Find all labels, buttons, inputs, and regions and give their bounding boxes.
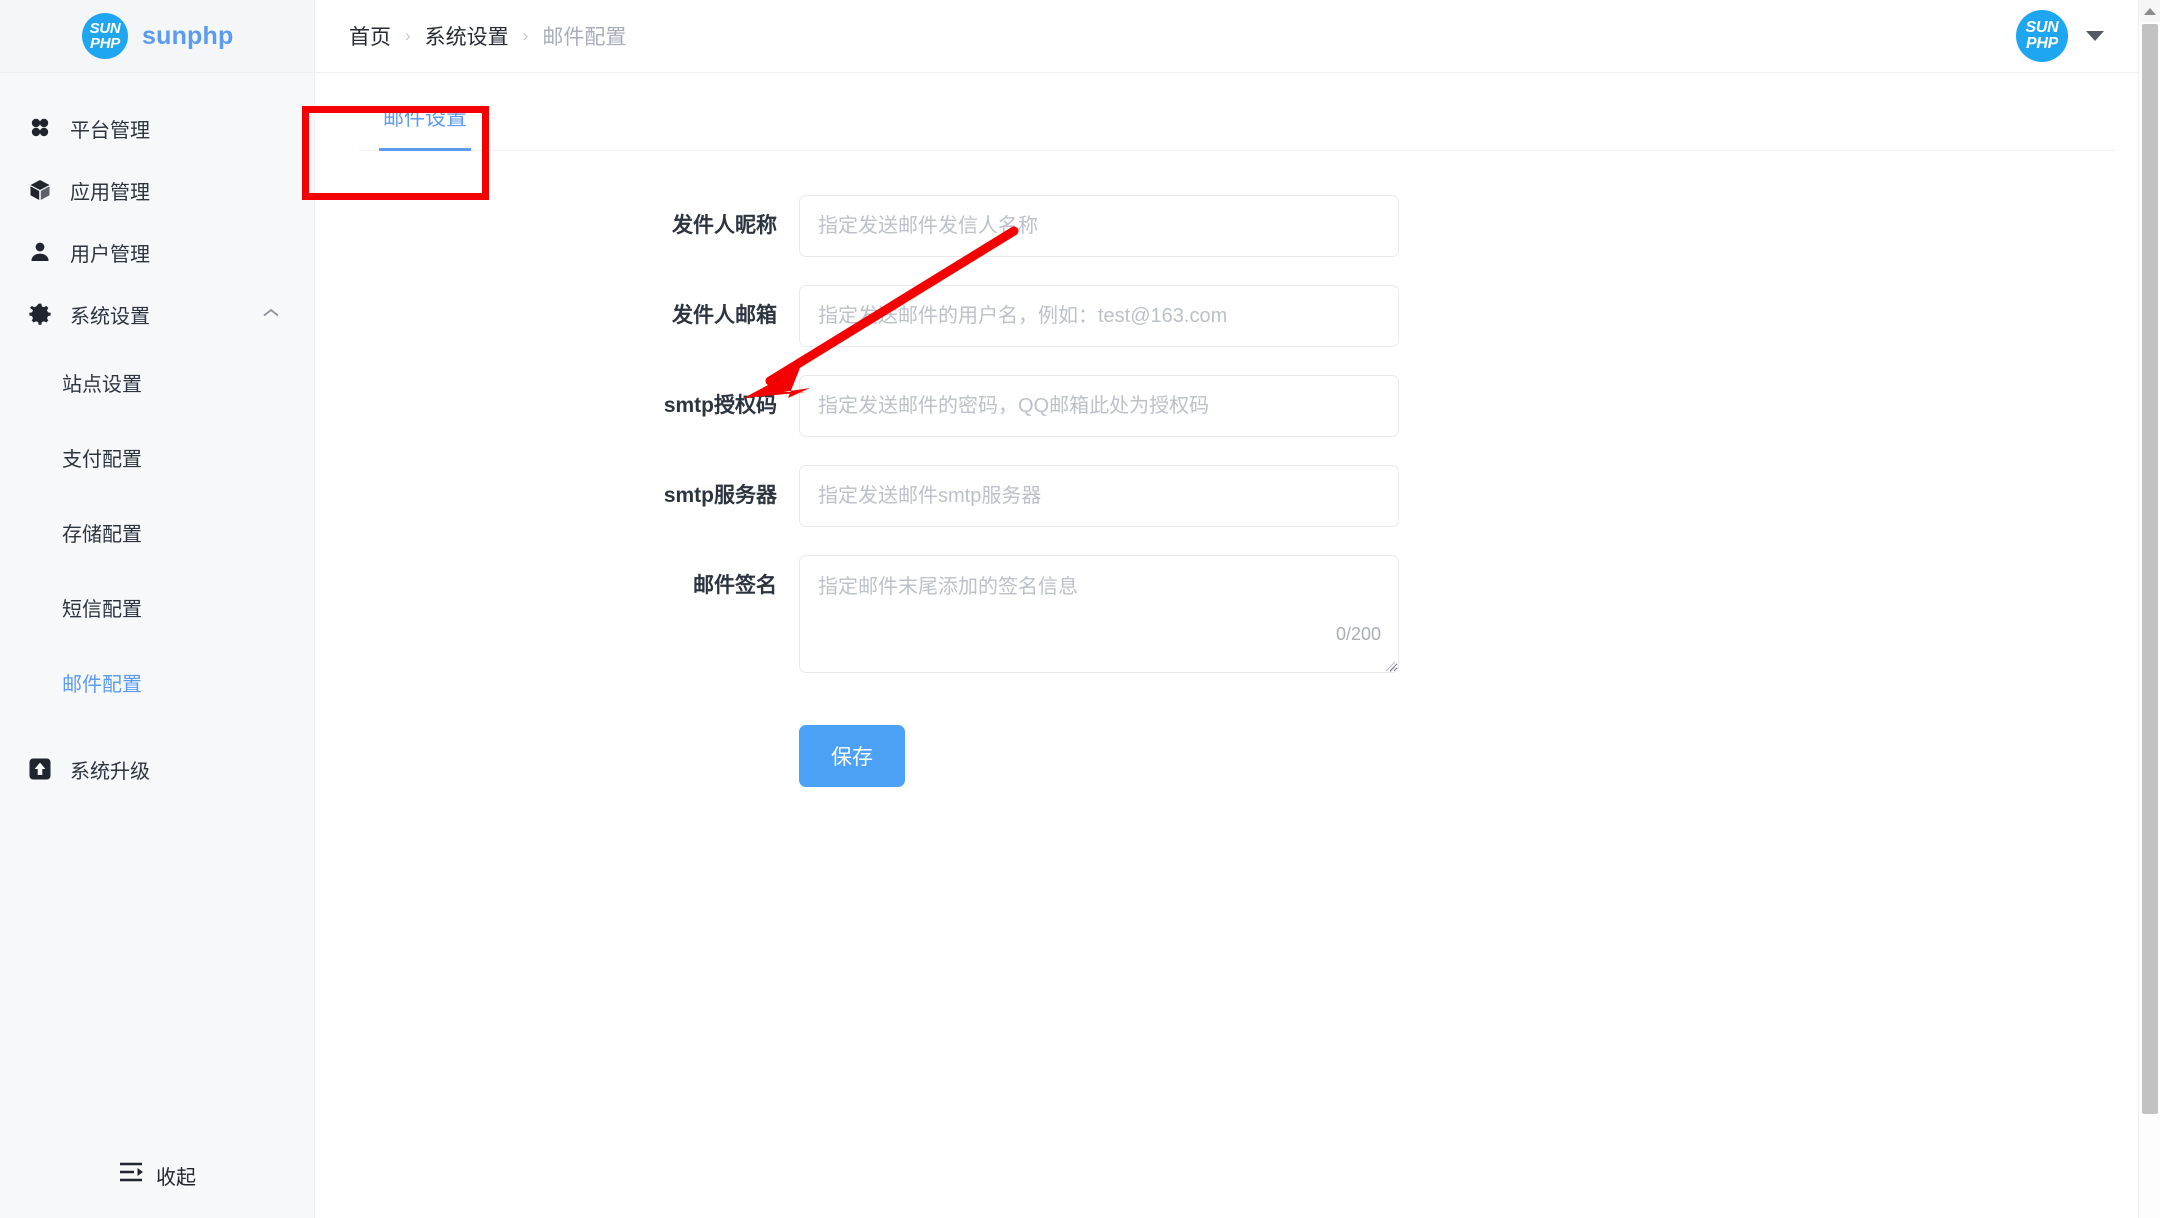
upload-box-icon	[28, 757, 62, 781]
sender-nickname-input[interactable]	[799, 195, 1399, 257]
mail-config-form: 发件人昵称 发件人邮箱 smtp授权码	[315, 151, 2160, 787]
gear-icon	[28, 302, 62, 326]
user-icon	[28, 240, 62, 264]
field-label: 发件人邮箱	[672, 304, 777, 327]
sidebar-item-label: 平台管理	[70, 119, 150, 142]
tab-label: 邮件设置	[383, 107, 467, 130]
smtp-server-input[interactable]	[799, 465, 1399, 527]
avatar-line-2: PHP	[2026, 35, 2058, 52]
page-scrollbar[interactable]	[2138, 0, 2160, 1218]
chevron-down-icon[interactable]	[2086, 31, 2104, 41]
form-row-sender-email: 发件人邮箱	[315, 285, 2160, 347]
main-area: 首页 › 系统设置 › 邮件配置 SUN PHP 邮件设置 发件人昵称 指定发送…	[315, 0, 2160, 1218]
field-wrapper	[799, 195, 1399, 257]
breadcrumb: 首页 › 系统设置 › 邮件配置	[349, 21, 626, 51]
sidebar-menu: 平台管理 应用管理 用户管理 系统设置 站点设置 支付配置 存储配置 短信配置 …	[0, 73, 314, 1132]
sidebar: SUN PHP sunphp 平台管理 应用管理 用户管理 系统设置 站点设置 …	[0, 0, 315, 1218]
field-wrapper	[799, 375, 1399, 437]
avatar[interactable]: SUN PHP	[2016, 10, 2068, 62]
chevron-right-icon: ›	[405, 26, 411, 45]
sidebar-subitem-label: 邮件配置	[62, 674, 142, 696]
sidebar-item-system-upgrade[interactable]: 系统升级	[0, 738, 314, 800]
form-row-smtp-auth-code: smtp授权码	[315, 375, 2160, 437]
field-label: smtp服务器	[663, 484, 777, 507]
form-row-sender-nickname: 发件人昵称	[315, 195, 2160, 257]
sidebar-subitem-site-settings[interactable]: 站点设置	[0, 345, 314, 420]
form-row-smtp-server: smtp服务器	[315, 465, 2160, 527]
textarea-wrapper: 0/200	[799, 555, 1399, 673]
field-wrapper: 0/200	[799, 555, 1399, 673]
grid-icon	[28, 116, 62, 140]
sidebar-subitem-sms-config[interactable]: 短信配置	[0, 570, 314, 645]
sidebar-subitem-label: 存储配置	[62, 524, 142, 546]
sidebar-item-label: 用户管理	[70, 243, 150, 266]
logo-line-2: PHP	[90, 35, 120, 52]
sidebar-subitem-label: 站点设置	[62, 374, 142, 396]
sidebar-subitem-mail-config[interactable]: 邮件配置	[0, 645, 314, 720]
field-label: 邮件签名	[693, 574, 777, 597]
sidebar-collapse-button[interactable]: 收起	[0, 1132, 314, 1218]
sidebar-item-system-settings[interactable]: 系统设置	[0, 283, 314, 345]
content-panel: 邮件设置 发件人昵称 发件人邮箱 smtp授权码	[315, 73, 2160, 1218]
save-button[interactable]: 保存	[799, 725, 905, 787]
sidebar-subitem-label: 短信配置	[62, 599, 142, 621]
field-wrapper	[799, 285, 1399, 347]
brand-name: sunphp	[142, 21, 234, 50]
field-label: 发件人昵称	[672, 214, 777, 237]
user-menu[interactable]: SUN PHP	[2016, 10, 2104, 62]
tab-mail-settings[interactable]: 邮件设置	[379, 102, 471, 151]
sidebar-subitem-storage-config[interactable]: 存储配置	[0, 495, 314, 570]
sidebar-item-application[interactable]: 应用管理	[0, 159, 314, 221]
sidebar-item-label: 系统升级	[70, 760, 150, 783]
breadcrumb-item-mail-config: 邮件配置	[542, 26, 627, 49]
sidebar-subitem-label: 支付配置	[62, 449, 142, 471]
avatar-line-1: SUN	[2025, 19, 2059, 36]
breadcrumb-item-system-settings[interactable]: 系统设置	[425, 21, 509, 51]
sidebar-item-label: 系统设置	[70, 305, 150, 328]
scrollbar-thumb[interactable]	[2142, 24, 2158, 1114]
sidebar-item-platform[interactable]: 平台管理	[0, 97, 314, 159]
sidebar-subitem-payment-config[interactable]: 支付配置	[0, 420, 314, 495]
sidebar-item-label: 应用管理	[70, 181, 150, 204]
form-row-mail-signature: 邮件签名 0/200	[315, 555, 2160, 673]
topbar: 首页 › 系统设置 › 邮件配置 SUN PHP	[315, 0, 2160, 73]
sidebar-collapse-label: 收起	[156, 1166, 196, 1189]
menu-fold-icon	[118, 1161, 144, 1189]
sidebar-item-user[interactable]: 用户管理	[0, 221, 314, 283]
cube-icon	[28, 178, 62, 202]
sender-email-input[interactable]	[799, 285, 1399, 347]
chevron-right-icon: ›	[522, 26, 529, 45]
logo-line-1: SUN	[89, 20, 121, 37]
chevron-up-icon	[262, 307, 280, 321]
field-wrapper	[799, 465, 1399, 527]
scrollbar-up-arrow-icon[interactable]	[2139, 0, 2160, 22]
smtp-auth-code-input[interactable]	[799, 375, 1399, 437]
field-label: smtp授权码	[663, 394, 777, 417]
tab-bar: 邮件设置	[359, 73, 2116, 151]
app-root: SUN PHP sunphp 平台管理 应用管理 用户管理 系统设置 站点设置 …	[0, 0, 2160, 1218]
sunphp-logo-icon: SUN PHP	[82, 13, 128, 59]
brand-header[interactable]: SUN PHP sunphp	[0, 0, 314, 73]
mail-signature-textarea[interactable]	[799, 555, 1399, 673]
breadcrumb-item-home[interactable]: 首页	[349, 21, 391, 51]
